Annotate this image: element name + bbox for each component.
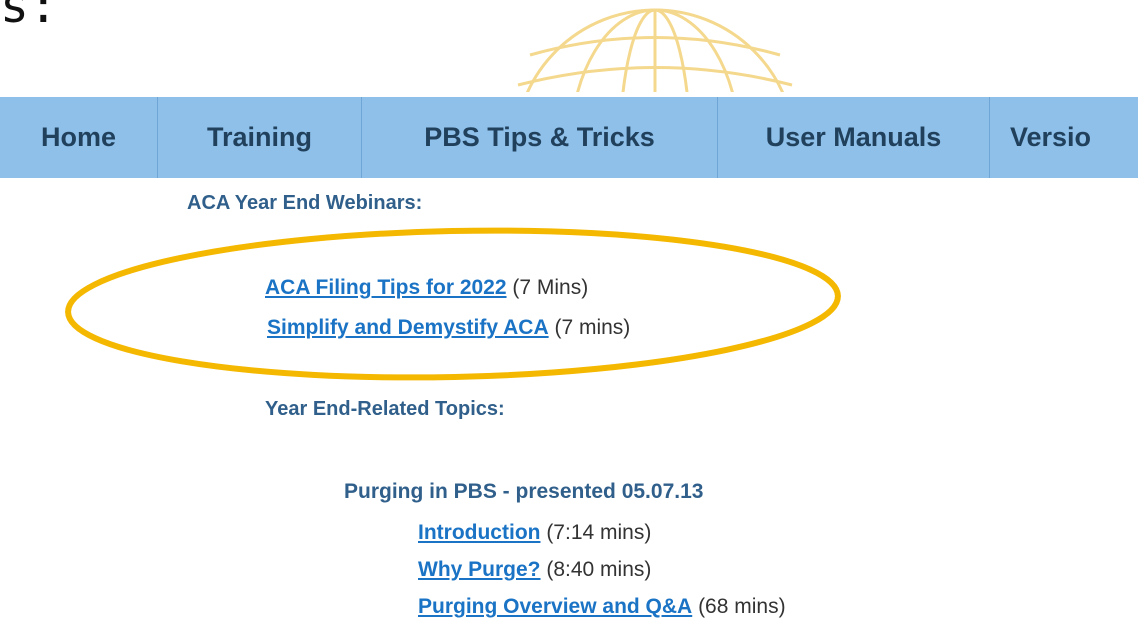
duration-label: (8:40 mins) bbox=[540, 558, 652, 581]
why-purge-link[interactable]: Why Purge? bbox=[418, 558, 541, 581]
nav-home[interactable]: Home bbox=[0, 97, 158, 178]
duration-label: (7:14 mins) bbox=[540, 521, 652, 544]
nav-pbs-tips-tricks[interactable]: PBS Tips & Tricks bbox=[362, 97, 718, 178]
nav-user-manuals[interactable]: User Manuals bbox=[718, 97, 990, 178]
main-nav: Home Training PBS Tips & Tricks User Man… bbox=[0, 97, 1138, 178]
globe-icon bbox=[517, 8, 793, 92]
list-item: Purging Overview and Q&A (68 mins) bbox=[418, 595, 786, 619]
list-item: Introduction (7:14 mins) bbox=[418, 521, 651, 545]
nav-versions[interactable]: Versio bbox=[990, 97, 1138, 178]
nav-training[interactable]: Training bbox=[158, 97, 362, 178]
purging-subheading: Purging in PBS - presented 05.07.13 bbox=[344, 480, 704, 503]
duration-label: (68 mins) bbox=[692, 595, 786, 618]
slide-title-fragment: s: bbox=[0, 0, 58, 34]
year-end-topics-heading: Year End-Related Topics: bbox=[265, 398, 505, 420]
highlight-ellipse bbox=[65, 227, 841, 381]
aca-webinars-heading: ACA Year End Webinars: bbox=[187, 192, 423, 214]
list-item: Why Purge? (8:40 mins) bbox=[418, 558, 651, 582]
purging-overview-link[interactable]: Purging Overview and Q&A bbox=[418, 595, 692, 618]
introduction-link[interactable]: Introduction bbox=[418, 521, 540, 544]
